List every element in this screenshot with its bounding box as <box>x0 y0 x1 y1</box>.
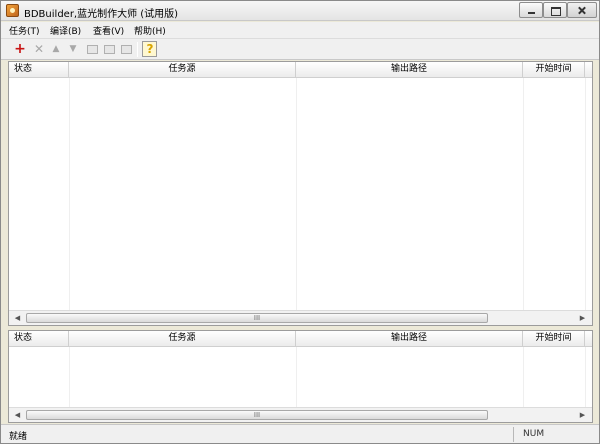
grid-line <box>585 347 586 407</box>
column-status[interactable]: 状态 <box>9 331 69 347</box>
toolbar-separator <box>137 42 138 57</box>
scroll-right-icon[interactable]: ▶ <box>576 409 589 421</box>
title-bar[interactable]: BDBuilder,蓝光制作大师 (试用版) <box>1 1 599 21</box>
grid-line <box>585 78 586 310</box>
help-icon: ? <box>146 42 154 56</box>
column-status[interactable]: 状态 <box>9 62 69 78</box>
scroll-thumb[interactable]: III <box>26 410 488 420</box>
column-task-source[interactable]: 任务源 <box>69 62 296 78</box>
app-logo-icon <box>6 4 19 17</box>
scroll-left-icon[interactable]: ◀ <box>11 409 24 421</box>
grid-line <box>296 78 297 310</box>
menu-view[interactable]: 查看(V) <box>93 24 124 37</box>
move-down-icon[interactable]: ▼ <box>66 42 80 56</box>
num-lock-indicator: NUM <box>523 429 545 439</box>
column-filler <box>585 62 592 78</box>
column-task-source[interactable]: 任务源 <box>69 331 296 347</box>
maximize-button[interactable] <box>543 2 567 18</box>
column-filler <box>585 331 592 347</box>
grid-line <box>523 78 524 310</box>
column-start-time[interactable]: 开始时间 <box>523 62 585 78</box>
minimize-button[interactable] <box>519 2 543 18</box>
toolbar: + ✕ ▲ ▼ ? <box>1 38 599 60</box>
status-divider <box>513 427 514 442</box>
disabled-tool-1-icon[interactable] <box>85 42 99 56</box>
scroll-left-icon[interactable]: ◀ <box>11 312 24 324</box>
task-list-hscrollbar[interactable]: ◀ III ▶ <box>9 310 592 325</box>
disabled-tool-2-icon[interactable] <box>102 42 116 56</box>
delete-task-icon[interactable]: ✕ <box>32 42 46 56</box>
menu-bar: 任务(T) 编译(B) 查看(V) 帮助(H) <box>1 22 599 38</box>
scroll-right-icon[interactable]: ▶ <box>576 312 589 324</box>
help-button[interactable]: ? <box>142 41 157 57</box>
column-start-time[interactable]: 开始时间 <box>523 331 585 347</box>
app-window: BDBuilder,蓝光制作大师 (试用版) 任务(T) 编译(B) 查看(V)… <box>0 0 600 444</box>
move-up-icon[interactable]: ▲ <box>49 42 63 56</box>
menu-task[interactable]: 任务(T) <box>9 24 40 37</box>
disabled-tool-3-icon[interactable] <box>119 42 133 56</box>
grid-line <box>523 347 524 407</box>
log-list-hscrollbar[interactable]: ◀ III ▶ <box>9 407 592 422</box>
window-title: BDBuilder,蓝光制作大师 (试用版) <box>24 9 179 20</box>
close-button[interactable] <box>567 2 597 18</box>
column-output-path[interactable]: 输出路径 <box>296 62 523 78</box>
grid-line <box>296 347 297 407</box>
scroll-thumb[interactable]: III <box>26 313 488 323</box>
grid-line <box>69 347 70 407</box>
menu-help[interactable]: 帮助(H) <box>134 24 166 37</box>
add-task-icon[interactable]: + <box>13 42 27 56</box>
status-bar: 就绪 NUM <box>1 424 599 443</box>
log-list-panel[interactable]: 状态 任务源 输出路径 开始时间 ◀ III ▶ <box>8 330 593 423</box>
status-text: 就绪 <box>9 432 28 442</box>
task-list-panel[interactable]: 状态 任务源 输出路径 开始时间 ◀ III ▶ <box>8 61 593 326</box>
column-output-path[interactable]: 输出路径 <box>296 331 523 347</box>
menu-compile[interactable]: 编译(B) <box>50 24 81 37</box>
grid-line <box>69 78 70 310</box>
